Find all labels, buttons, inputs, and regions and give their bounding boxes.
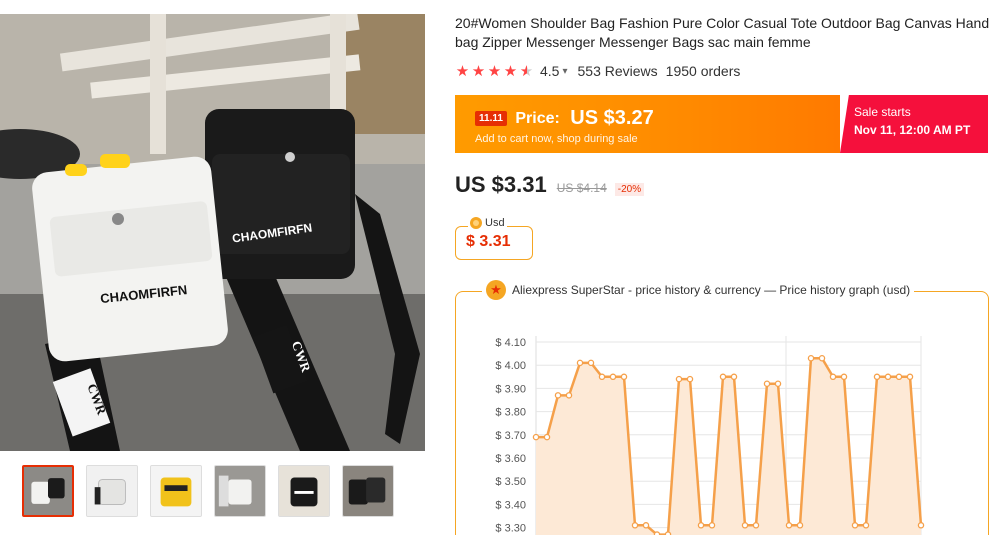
data-point[interactable] xyxy=(576,359,584,367)
data-point[interactable] xyxy=(631,522,639,529)
thumbnail-6[interactable] xyxy=(342,465,394,517)
promo-price-panel: 11.11 Price: US $3.27 Add to cart now, s… xyxy=(455,95,840,153)
product-info: 20#Women Shoulder Bag Fashion Pure Color… xyxy=(455,14,995,535)
y-tick-label: $ 3.60 xyxy=(495,453,526,465)
data-point[interactable] xyxy=(873,373,881,381)
reviews-link[interactable]: 553 Reviews xyxy=(578,63,658,79)
data-point[interactable] xyxy=(565,392,573,399)
chevron-down-icon[interactable]: ▾ xyxy=(562,66,567,77)
promo-price-label: Price: xyxy=(515,109,560,127)
rating-row: ★ ★ ★ ★ ★ 4.5 ▾ 553 Reviews 1950 orders xyxy=(455,62,995,80)
y-tick-label: $ 3.80 xyxy=(495,407,526,419)
data-point[interactable] xyxy=(675,375,683,383)
data-point[interactable] xyxy=(884,373,892,381)
y-tick-label: $ 3.30 xyxy=(495,523,526,535)
converted-price: $ 3.31 xyxy=(466,233,511,250)
data-point[interactable] xyxy=(598,373,606,381)
y-tick-label: $ 3.40 xyxy=(495,499,526,511)
data-point[interactable] xyxy=(862,522,870,529)
data-point[interactable] xyxy=(840,373,848,381)
currency-code: Usd xyxy=(485,217,505,229)
data-point[interactable] xyxy=(587,359,595,367)
data-point[interactable] xyxy=(708,522,716,529)
star-icon: ★ xyxy=(455,63,470,80)
sale-1111-badge: 11.11 xyxy=(475,111,507,126)
data-point[interactable] xyxy=(829,373,837,381)
orders-count: 1950 orders xyxy=(665,63,741,79)
star-icon: ★ xyxy=(503,63,518,80)
promo-banner: 11.11 Price: US $3.27 Add to cart now, s… xyxy=(455,95,988,153)
main-product-image[interactable]: CHAOMFIRFN CHAOMFIRFN CWR CWR xyxy=(0,14,425,451)
thumbnail-4[interactable] xyxy=(214,465,266,517)
coin-icon xyxy=(470,217,482,229)
data-point[interactable] xyxy=(818,354,826,362)
y-tick-label: $ 4.10 xyxy=(495,337,526,349)
half-star-icon: ★ xyxy=(519,63,534,80)
data-point[interactable] xyxy=(906,373,914,381)
thumbnail-strip xyxy=(22,465,394,517)
current-price: US $3.31 xyxy=(455,172,547,197)
data-point[interactable] xyxy=(774,380,782,388)
data-point[interactable] xyxy=(741,522,749,529)
y-tick-label: $ 3.90 xyxy=(495,383,526,395)
data-point[interactable] xyxy=(686,375,694,383)
sale-start-time: Nov 11, 12:00 AM PT xyxy=(854,123,971,137)
rating-value: 4.5 xyxy=(540,63,560,79)
price-history-panel: ★ Aliexpress SuperStar - price history &… xyxy=(455,280,990,535)
original-price: US $4.14 xyxy=(556,181,607,195)
data-point[interactable] xyxy=(642,522,650,529)
thumbnail-2[interactable] xyxy=(86,465,138,517)
thumbnail-3[interactable] xyxy=(150,465,202,517)
data-point[interactable] xyxy=(543,433,551,441)
data-point[interactable] xyxy=(917,522,925,529)
data-point[interactable] xyxy=(851,522,859,529)
bag-photo: CHAOMFIRFN CHAOMFIRFN CWR CWR xyxy=(0,14,425,451)
data-point[interactable] xyxy=(752,522,760,529)
data-point[interactable] xyxy=(609,373,617,381)
data-point[interactable] xyxy=(554,392,562,399)
price-row: US $3.31 US $4.14 -20% xyxy=(455,172,645,198)
data-point[interactable] xyxy=(785,522,793,529)
star-icon: ★ xyxy=(471,63,486,80)
data-point[interactable] xyxy=(719,373,727,381)
thumbnail-1[interactable] xyxy=(22,465,74,517)
data-point[interactable] xyxy=(796,522,804,529)
data-point[interactable] xyxy=(697,522,705,529)
y-tick-label: $ 3.70 xyxy=(495,430,526,442)
sale-starts-label: Sale starts xyxy=(854,105,911,119)
star-rating[interactable]: ★ ★ ★ ★ ★ xyxy=(455,62,534,80)
data-point[interactable] xyxy=(895,373,903,381)
discount-badge: -20% xyxy=(614,183,645,196)
data-point[interactable] xyxy=(620,373,628,381)
data-point[interactable] xyxy=(730,373,738,381)
data-point[interactable] xyxy=(807,354,815,362)
data-point[interactable] xyxy=(763,380,771,388)
promo-price: US $3.27 xyxy=(570,107,654,129)
sale-countdown-panel: Sale starts Nov 11, 12:00 AM PT xyxy=(840,95,988,153)
promo-subtext: Add to cart now, shop during sale xyxy=(475,133,638,145)
product-title: 20#Women Shoulder Bag Fashion Pure Color… xyxy=(455,15,990,50)
currency-tag: Usd xyxy=(468,217,507,229)
thumbnail-5[interactable] xyxy=(278,465,330,517)
data-point[interactable] xyxy=(532,433,540,441)
currency-converter[interactable]: Usd $ 3.31 xyxy=(455,217,533,260)
series-area xyxy=(536,358,921,535)
y-tick-label: $ 4.00 xyxy=(495,360,526,372)
price-history-chart[interactable]: $ 4.10 $ 4.00 $ 3.90 $ 3.80 $ 3.70 $ 3.60 $ 3.… xyxy=(456,292,990,535)
star-icon: ★ xyxy=(487,63,502,80)
y-tick-label: $ 3.50 xyxy=(495,476,526,488)
